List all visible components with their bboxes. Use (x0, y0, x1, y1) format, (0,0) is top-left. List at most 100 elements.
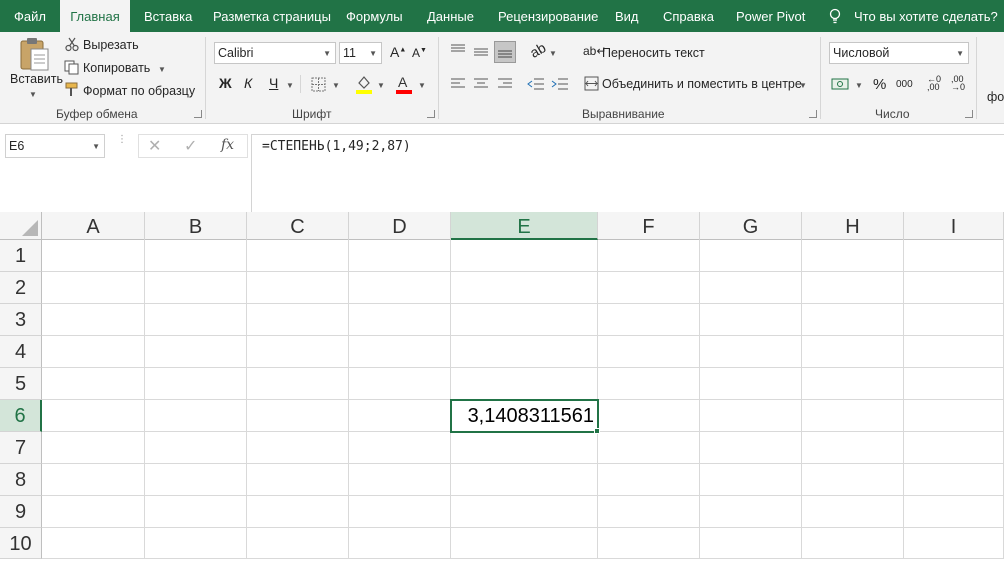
paste-label[interactable]: Вставить (10, 72, 63, 86)
cell[interactable] (904, 432, 1004, 464)
copy-chevron-icon[interactable]: ▼ (158, 65, 166, 74)
cell[interactable] (451, 240, 598, 272)
cell[interactable] (145, 464, 247, 496)
tab-file[interactable]: Файл (0, 0, 60, 32)
tab-power-pivot[interactable]: Power Pivot (736, 0, 805, 32)
tab-home[interactable]: Главная (60, 0, 130, 32)
cell[interactable] (451, 336, 598, 368)
cell[interactable] (451, 496, 598, 528)
cell[interactable] (904, 336, 1004, 368)
cell[interactable] (145, 240, 247, 272)
cell[interactable] (247, 464, 349, 496)
decrease-indent-icon[interactable] (527, 77, 545, 91)
cell[interactable] (42, 464, 145, 496)
increase-indent-icon[interactable] (551, 77, 569, 91)
col-header-a[interactable]: A (42, 212, 145, 240)
thousands-button[interactable]: 000 (896, 79, 913, 90)
underline-chevron-icon[interactable]: ▼ (286, 81, 294, 90)
align-left-icon[interactable] (450, 78, 466, 90)
cell[interactable] (451, 432, 598, 464)
tab-review[interactable]: Рецензирование (498, 0, 598, 32)
cell[interactable] (42, 336, 145, 368)
cell[interactable] (802, 368, 904, 400)
row-header-4[interactable]: 4 (0, 336, 42, 368)
enter-check-icon[interactable]: ✓ (184, 136, 197, 156)
row-header-5[interactable]: 5 (0, 368, 42, 400)
paste-icon[interactable] (18, 37, 50, 71)
borders-chevron-icon[interactable]: ▼ (332, 81, 340, 90)
increase-font-icon[interactable]: A▲ (390, 44, 406, 60)
cell[interactable] (904, 400, 1004, 432)
cell[interactable] (247, 304, 349, 336)
cell[interactable] (42, 368, 145, 400)
cell[interactable] (904, 368, 1004, 400)
col-header-c[interactable]: C (247, 212, 349, 240)
row-header-1[interactable]: 1 (0, 240, 42, 272)
tell-me-search[interactable]: Что вы хотите сделать? (854, 0, 998, 32)
align-top-icon[interactable] (450, 44, 466, 56)
cell[interactable] (700, 432, 802, 464)
font-launcher-icon[interactable] (427, 110, 435, 118)
cell[interactable] (451, 272, 598, 304)
cell[interactable] (349, 432, 451, 464)
cell[interactable] (145, 272, 247, 304)
cell[interactable] (247, 336, 349, 368)
cell[interactable] (700, 368, 802, 400)
font-size-select[interactable]: 11 ▼ (339, 42, 382, 64)
cell[interactable] (700, 496, 802, 528)
decrease-font-icon[interactable]: A▼ (412, 46, 427, 60)
wrap-text-button[interactable]: Переносить текст (602, 46, 705, 60)
cell[interactable] (598, 336, 700, 368)
row-header-9[interactable]: 9 (0, 496, 42, 528)
cell[interactable] (247, 528, 349, 559)
cell[interactable] (247, 240, 349, 272)
borders-icon[interactable] (311, 77, 326, 92)
cell[interactable] (349, 368, 451, 400)
formula-input[interactable]: =СТЕПЕНЬ(1,49;2,87) (251, 134, 1004, 212)
cell[interactable] (247, 272, 349, 304)
cancel-icon[interactable]: ✕ (148, 136, 161, 156)
col-header-b[interactable]: B (145, 212, 247, 240)
cell[interactable] (451, 528, 598, 559)
increase-decimal-icon[interactable]: ←0,00 (927, 75, 941, 92)
cell[interactable] (145, 368, 247, 400)
tab-view[interactable]: Вид (615, 0, 639, 32)
format-painter-button[interactable]: Формат по образцу (83, 84, 195, 98)
row-header-8[interactable]: 8 (0, 464, 42, 496)
cell[interactable] (42, 496, 145, 528)
cell[interactable] (145, 304, 247, 336)
merge-chevron-icon[interactable]: ▼ (799, 81, 807, 90)
number-format-select[interactable]: Числовой ▼ (829, 42, 969, 64)
cell[interactable] (802, 336, 904, 368)
col-header-e[interactable]: E (451, 212, 598, 240)
cell[interactable] (349, 400, 451, 432)
splitter-icon[interactable]: ⋮ (117, 135, 127, 145)
cell[interactable] (145, 400, 247, 432)
number-launcher-icon[interactable] (965, 110, 973, 118)
chevron-down-icon[interactable]: ▼ (29, 90, 37, 99)
cell[interactable] (598, 304, 700, 336)
cell[interactable] (349, 528, 451, 559)
cut-button[interactable]: Вырезать (83, 38, 139, 52)
cell[interactable] (145, 496, 247, 528)
currency-chevron-icon[interactable]: ▼ (855, 81, 863, 90)
row-header-10[interactable]: 10 (0, 528, 42, 559)
cell[interactable] (598, 528, 700, 559)
cell[interactable] (349, 272, 451, 304)
fill-color-icon[interactable] (355, 74, 373, 94)
cell[interactable] (42, 400, 145, 432)
merge-center-button[interactable]: Объединить и поместить в центре (602, 77, 802, 91)
cell[interactable] (247, 368, 349, 400)
cell[interactable] (802, 240, 904, 272)
tab-insert[interactable]: Вставка (144, 0, 192, 32)
cell[interactable] (904, 464, 1004, 496)
tab-data[interactable]: Данные (427, 0, 474, 32)
cell[interactable] (802, 272, 904, 304)
row-header-3[interactable]: 3 (0, 304, 42, 336)
align-bottom-button[interactable] (494, 41, 516, 63)
col-header-h[interactable]: H (802, 212, 904, 240)
cell[interactable] (247, 400, 349, 432)
cell[interactable] (145, 336, 247, 368)
cell[interactable] (802, 528, 904, 559)
cell[interactable] (451, 464, 598, 496)
